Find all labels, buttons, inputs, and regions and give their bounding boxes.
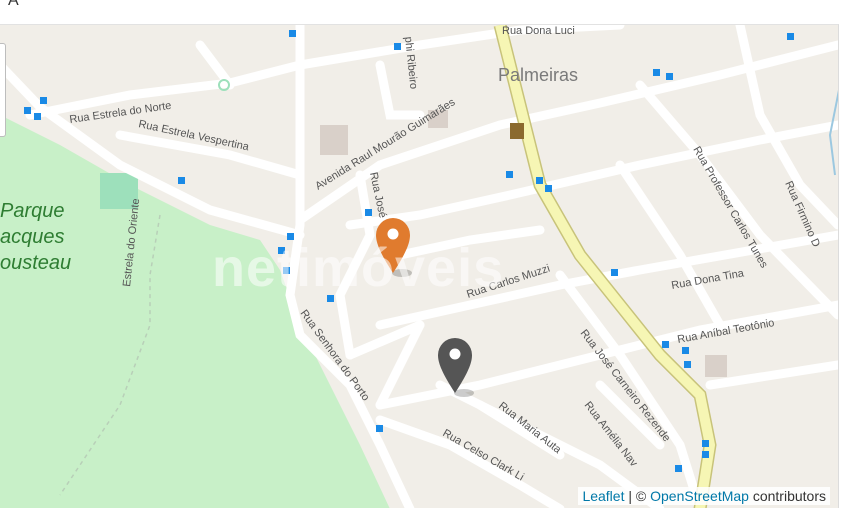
label-rua-dona-luci: Rua Dona Luci bbox=[502, 25, 575, 37]
bottom-strip bbox=[0, 508, 844, 517]
attribution-suffix: contributors bbox=[748, 488, 826, 504]
attribution-sep: | © bbox=[624, 488, 651, 504]
map-view[interactable]: Palmeiras Parque acques ousteau Rua Dona… bbox=[0, 24, 839, 509]
label-rua-maria-auta: Rua Maria Auta bbox=[496, 400, 564, 457]
header-glyph: A bbox=[8, 0, 19, 9]
leaflet-link[interactable]: Leaflet bbox=[582, 488, 624, 504]
label-rua-dona-tina: Rua Dona Tina bbox=[670, 267, 745, 292]
label-palmeiras: Palmeiras bbox=[498, 65, 578, 85]
label-parque-1: Parque bbox=[0, 200, 65, 222]
zoom-control[interactable] bbox=[0, 43, 6, 137]
building-icon bbox=[510, 123, 524, 139]
attribution: Leaflet | © OpenStreetMap contributors bbox=[578, 487, 830, 505]
label-parque-3: ousteau bbox=[0, 252, 71, 274]
top-bar: A bbox=[0, 0, 844, 24]
osm-link[interactable]: OpenStreetMap bbox=[650, 488, 749, 504]
label-parque-2: acques bbox=[0, 226, 65, 248]
label-rua-celso: Rua Celso Clark Li bbox=[441, 427, 526, 483]
watermark: netimóveis bbox=[212, 238, 505, 298]
